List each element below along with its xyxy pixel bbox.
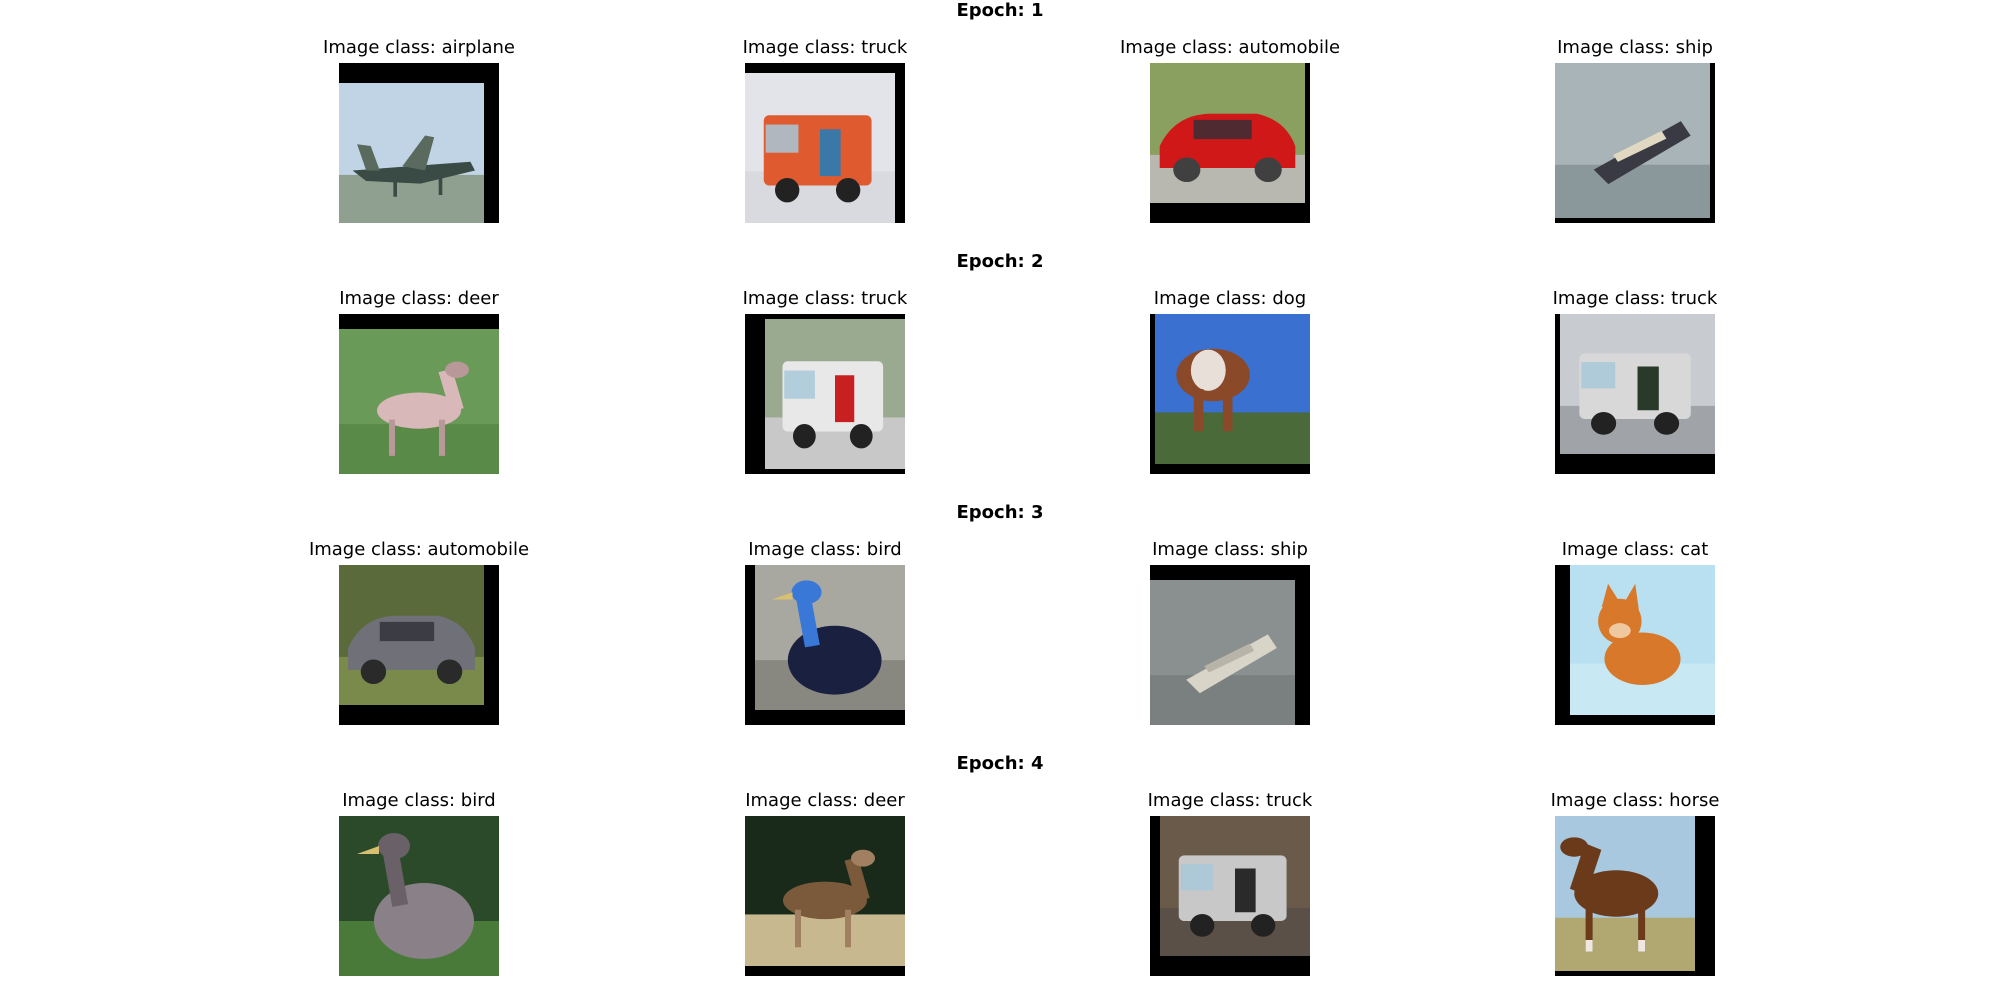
epoch-title: Epoch: 4 <box>956 753 1044 774</box>
image-title: Image class: deer <box>339 288 499 309</box>
image-title: Image class: ship <box>1557 37 1713 58</box>
thumbnail-image <box>1555 63 1715 223</box>
thumbnail-image <box>1555 565 1715 725</box>
thumbnail-image <box>745 816 905 976</box>
image-title: Image class: truck <box>1552 288 1718 309</box>
photo-content <box>1150 63 1305 203</box>
photo-content <box>1570 565 1715 715</box>
thumbnail-image <box>1150 816 1310 976</box>
thumbnail-image <box>339 816 499 976</box>
image-title: Image class: automobile <box>1119 37 1341 58</box>
thumbnail-image <box>339 63 499 223</box>
image-title: Image class: truck <box>742 288 908 309</box>
image-title: Image class: truck <box>1147 790 1313 811</box>
thumbnail-image <box>1555 816 1715 976</box>
photo-content <box>745 73 895 223</box>
image-title: Image class: automobile <box>308 539 530 560</box>
epoch-title: Epoch: 3 <box>956 502 1044 523</box>
photo-content <box>339 565 484 705</box>
image-title: Image class: truck <box>742 37 908 58</box>
photo-content <box>765 319 905 469</box>
thumbnail-image <box>1150 565 1310 725</box>
image-title: Image class: cat <box>1561 539 1709 560</box>
thumbnail-image <box>745 314 905 474</box>
epoch-title: Epoch: 2 <box>956 251 1044 272</box>
photo-content <box>1560 314 1715 454</box>
image-title: Image class: ship <box>1152 539 1308 560</box>
image-title: Image class: airplane <box>323 37 515 58</box>
image-title: Image class: deer <box>745 790 905 811</box>
photo-content <box>1160 816 1310 956</box>
image-title: Image class: dog <box>1153 288 1307 309</box>
thumbnail-image <box>339 565 499 725</box>
photo-content <box>745 816 905 966</box>
photo-content <box>1555 63 1710 218</box>
thumbnail-image <box>1150 63 1310 223</box>
photo-content <box>755 565 905 710</box>
image-title: Image class: bird <box>342 790 496 811</box>
photo-content <box>339 816 499 976</box>
photo-content <box>1155 314 1310 464</box>
thumbnail-image <box>339 314 499 474</box>
image-title: Image class: horse <box>1550 790 1720 811</box>
thumbnail-image <box>1150 314 1310 474</box>
photo-content <box>1555 816 1695 971</box>
photo-content <box>1150 580 1295 725</box>
photo-content <box>339 329 499 474</box>
thumbnail-image <box>745 565 905 725</box>
photo-content <box>339 83 484 223</box>
thumbnail-image <box>1555 314 1715 474</box>
thumbnail-image <box>745 63 905 223</box>
image-title: Image class: bird <box>748 539 902 560</box>
epoch-title: Epoch: 1 <box>956 0 1044 21</box>
